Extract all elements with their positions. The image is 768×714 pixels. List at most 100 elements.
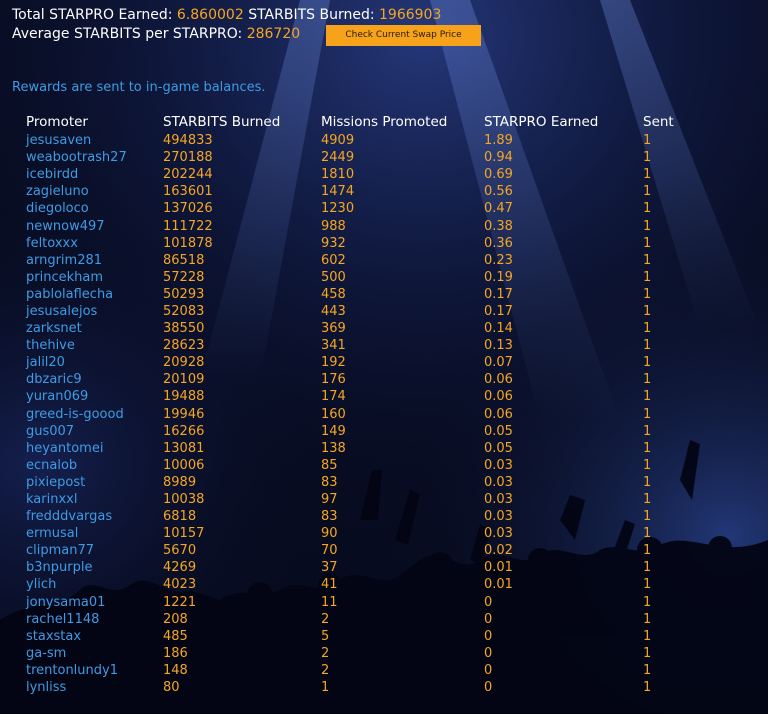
table-row: fredddvargas 6818 83 0.03 1 xyxy=(22,508,712,525)
promoter-name[interactable]: trentonlundy1 xyxy=(22,662,159,679)
promoter-name[interactable]: karinxxl xyxy=(22,491,159,508)
missions-promoted-value: 5 xyxy=(321,628,330,644)
promoter-name[interactable]: b3npurple xyxy=(22,559,159,576)
promoter-name[interactable]: pablolaflecha xyxy=(22,286,159,303)
starbits-burned-value: 20928 xyxy=(163,355,205,371)
promoter-name[interactable]: weabootrash27 xyxy=(22,149,159,166)
missions-promoted-value: 2 xyxy=(321,662,330,678)
missions-promoted-value: 41 xyxy=(321,577,338,593)
promoter-name[interactable]: pixiepost xyxy=(22,474,159,491)
starpro-earned-value: 0.05 xyxy=(484,440,513,456)
sent-value: 1 xyxy=(643,492,652,508)
table-row: ylich 4023 41 0.01 1 xyxy=(22,576,712,593)
promoter-name[interactable]: clipman77 xyxy=(22,542,159,559)
table-row: staxstax 485 5 0 1 xyxy=(22,628,712,645)
promoter-name[interactable]: jonysama01 xyxy=(22,594,159,611)
promoter-name[interactable]: lynliss xyxy=(22,679,159,696)
table-row: clipman77 5670 70 0.02 1 xyxy=(22,542,712,559)
promoter-name[interactable]: dbzaric9 xyxy=(22,371,159,388)
missions-promoted-value: 97 xyxy=(321,492,338,508)
promoter-name[interactable]: jalil20 xyxy=(22,354,159,371)
starbits-burned-value: 101878 xyxy=(163,235,213,251)
promoter-name[interactable]: rachel1148 xyxy=(22,611,159,628)
table-row: zarksnet 38550 369 0.14 1 xyxy=(22,320,712,337)
starpro-earned-value: 0.03 xyxy=(484,509,513,525)
missions-promoted-value: 4909 xyxy=(321,133,355,149)
promoter-name[interactable]: zagieluno xyxy=(22,183,159,200)
starpro-earned-value: 0 xyxy=(484,680,493,696)
promoter-name[interactable]: princekham xyxy=(22,269,159,286)
missions-promoted-value: 988 xyxy=(321,218,346,234)
starbits-burned-value: 10157 xyxy=(163,526,205,542)
average-value: 286720 xyxy=(246,26,301,42)
table-row: karinxxl 10038 97 0.03 1 xyxy=(22,491,712,508)
promoter-name[interactable]: ermusal xyxy=(22,525,159,542)
missions-promoted-value: 1810 xyxy=(321,167,355,183)
starbits-burned-value: 86518 xyxy=(163,252,205,268)
sent-value: 1 xyxy=(643,611,652,627)
starpro-earned-value: 0.01 xyxy=(484,560,513,576)
starpro-earned-value: 0.69 xyxy=(484,167,513,183)
starbits-burned-value: 19488 xyxy=(163,389,205,405)
promoter-name[interactable]: yuran069 xyxy=(22,388,159,405)
promoter-name[interactable]: thehive xyxy=(22,337,159,354)
starpro-earned-value: 0.14 xyxy=(484,321,513,337)
sent-value: 1 xyxy=(643,338,652,354)
table-row: gus007 16266 149 0.05 1 xyxy=(22,423,712,440)
starbits-burned-value: 202244 xyxy=(163,167,213,183)
promoter-name[interactable]: ylich xyxy=(22,576,159,593)
missions-promoted-value: 2 xyxy=(321,645,330,661)
promoter-name[interactable]: gus007 xyxy=(22,423,159,440)
promoter-name[interactable]: greed-is-goood xyxy=(22,406,159,423)
starbits-burned-value: 8989 xyxy=(163,474,197,490)
starbits-burned-value: 1966903 xyxy=(379,7,442,23)
sent-value: 1 xyxy=(643,560,652,576)
starpro-earned-value: 0.19 xyxy=(484,269,513,285)
sent-value: 1 xyxy=(643,372,652,388)
sent-value: 1 xyxy=(643,389,652,405)
table-row: lynliss 80 1 0 1 xyxy=(22,679,712,696)
table-row: jonysama01 1221 11 0 1 xyxy=(22,594,712,611)
total-summary-line: Total STARPRO Earned: 6.860002 STARBITS … xyxy=(12,6,441,25)
check-swap-price-button[interactable]: Check Current Swap Price xyxy=(326,25,481,46)
promoter-name[interactable]: ecnalob xyxy=(22,457,159,474)
promoter-name[interactable]: icebirdd xyxy=(22,166,159,183)
promoter-name[interactable]: newnow497 xyxy=(22,217,159,234)
promoter-name[interactable]: diegoloco xyxy=(22,200,159,217)
promoter-name[interactable]: staxstax xyxy=(22,628,159,645)
starpro-earned-value: 0.94 xyxy=(484,150,513,166)
starpro-earned-value: 0 xyxy=(484,628,493,644)
promoter-name[interactable]: arngrim281 xyxy=(22,252,159,269)
promoter-name[interactable]: jesusalejos xyxy=(22,303,159,320)
starpro-earned-value: 0.02 xyxy=(484,543,513,559)
sent-value: 1 xyxy=(643,150,652,166)
promoter-name[interactable]: feltoxxx xyxy=(22,235,159,252)
sent-value: 1 xyxy=(643,423,652,439)
header-starbits-burned: STARBITS Burned xyxy=(163,114,281,130)
missions-promoted-value: 443 xyxy=(321,303,346,319)
starbits-burned-value: 208 xyxy=(163,611,188,627)
promoter-name[interactable]: fredddvargas xyxy=(22,508,159,525)
missions-promoted-value: 602 xyxy=(321,252,346,268)
starbits-burned-value: 80 xyxy=(163,680,180,696)
promoter-name[interactable]: heyantomei xyxy=(22,440,159,457)
missions-promoted-value: 2449 xyxy=(321,150,355,166)
missions-promoted-value: 176 xyxy=(321,372,346,388)
table-header-row: Promoter STARBITS Burned Missions Promot… xyxy=(22,112,712,132)
starbits-burned-value: 52083 xyxy=(163,303,205,319)
missions-promoted-value: 149 xyxy=(321,423,346,439)
sent-value: 1 xyxy=(643,269,652,285)
promoter-name[interactable]: jesusaven xyxy=(22,132,159,149)
missions-promoted-value: 160 xyxy=(321,406,346,422)
missions-promoted-value: 174 xyxy=(321,389,346,405)
missions-promoted-value: 83 xyxy=(321,474,338,490)
promoter-name[interactable]: zarksnet xyxy=(22,320,159,337)
starpro-earned-value: 0 xyxy=(484,662,493,678)
sent-value: 1 xyxy=(643,355,652,371)
sent-value: 1 xyxy=(643,184,652,200)
promoter-name[interactable]: ga-sm xyxy=(22,645,159,662)
starbits-burned-value: 4023 xyxy=(163,577,197,593)
starbits-burned-value: 28623 xyxy=(163,338,205,354)
starbits-burned-value: 13081 xyxy=(163,440,205,456)
table-row: thehive 28623 341 0.13 1 xyxy=(22,337,712,354)
